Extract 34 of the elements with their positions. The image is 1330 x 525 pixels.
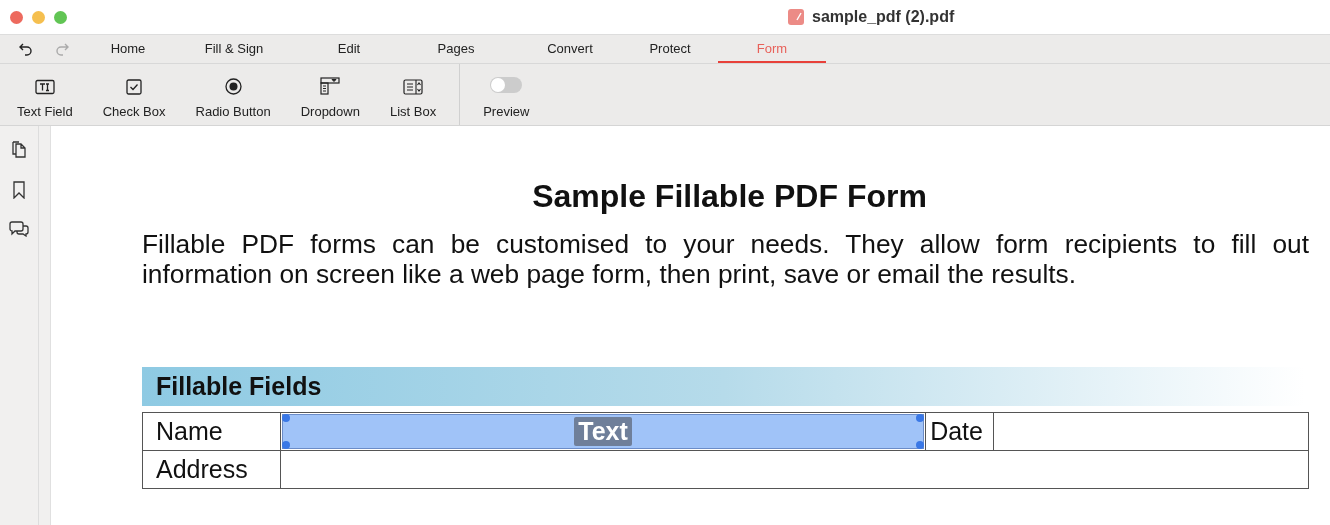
- tool-button[interactable]: List Box: [374, 64, 452, 125]
- field-cell[interactable]: Text: [280, 412, 926, 451]
- menu-tab[interactable]: Edit: [304, 35, 394, 63]
- field-label: Address: [142, 450, 281, 489]
- field-label: Date: [925, 412, 994, 451]
- intro-paragraph: Fillable PDF forms can be customised to your needs. They allow form recipients to fill out information on screen like a web page form, then print, save or email the results.: [142, 229, 1309, 289]
- menu-tab[interactable]: Pages: [394, 35, 518, 63]
- dropdown-icon: [320, 77, 341, 95]
- tool-button[interactable]: Radio Button: [180, 64, 286, 125]
- preview-toggle[interactable]: [490, 77, 523, 93]
- menu-tab[interactable]: Convert: [518, 35, 622, 63]
- tool-button[interactable]: Dropdown: [285, 64, 375, 125]
- tool-button[interactable]: Text Field: [2, 64, 88, 125]
- field-cell[interactable]: [993, 412, 1309, 451]
- list-box-icon: [403, 79, 424, 95]
- menu-tab[interactable]: Home: [92, 35, 164, 63]
- menu-tab[interactable]: Fill & Sign: [164, 35, 304, 63]
- undo-icon[interactable]: [18, 41, 34, 57]
- menu-tab[interactable]: Protect: [622, 35, 718, 63]
- tool-button[interactable]: Check Box: [87, 64, 181, 125]
- pdf-file-icon: [788, 9, 804, 25]
- close-button[interactable]: [10, 10, 23, 24]
- radio-icon: [224, 78, 242, 95]
- text-field-icon: [34, 79, 55, 95]
- comments-icon[interactable]: [9, 221, 29, 237]
- toggle-label: Preview: [483, 104, 530, 119]
- field-type-tag: Text: [574, 417, 632, 446]
- pages-icon[interactable]: [11, 141, 27, 159]
- checkbox-icon: [126, 79, 143, 95]
- field-cell[interactable]: [280, 450, 1309, 489]
- field-label: Name: [142, 412, 281, 451]
- document-title: Sample Fillable PDF Form: [531, 178, 928, 215]
- window-title: sample_pdf (2).pdf: [812, 8, 955, 26]
- bookmark-icon[interactable]: [12, 181, 26, 199]
